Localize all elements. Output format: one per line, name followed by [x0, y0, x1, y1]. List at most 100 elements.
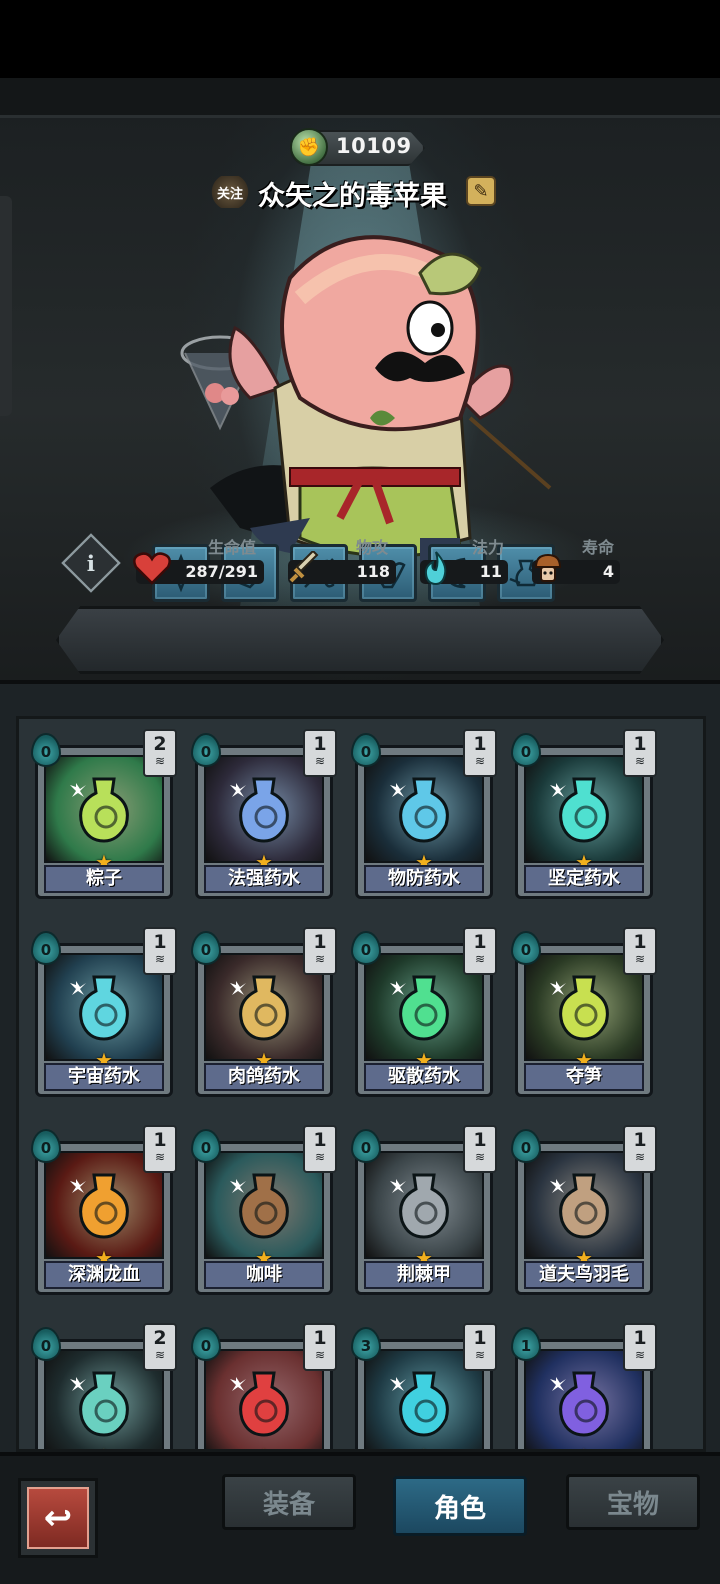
stack-icon: ≋ — [154, 1348, 166, 1362]
item-cost-badge: 0 — [351, 931, 381, 965]
item-quantity: 1 — [153, 931, 167, 953]
life-label: 寿命 — [582, 538, 615, 557]
currency-icon: ✊ — [290, 128, 328, 166]
edit-name-icon[interactable]: ✎ — [466, 176, 496, 206]
stack-icon: ≋ — [474, 952, 486, 966]
item-quantity: 1 — [473, 1129, 487, 1151]
item-card[interactable]: ★ 坚定药水 0 1 ≋ — [511, 729, 657, 899]
star-icon: ★ — [413, 1445, 435, 1449]
stat-attack: 物攻 118 — [284, 534, 399, 590]
item-cost-badge: 0 — [191, 1327, 221, 1361]
side-drawer-handle[interactable] — [0, 196, 12, 416]
stack-icon: ≋ — [314, 1348, 326, 1362]
item-cost-badge: 0 — [191, 931, 221, 965]
star-icon: ★ — [93, 1445, 115, 1449]
inventory-panel: ★ 粽子 0 2 ≋ ★ 法强药水 0 1 ≋ ★ 物防药水 0 1 ≋ ★ 坚定药水 0 1 ≋ ★ 宇宙药水 0 1 ≋ ★ 肉… — [16, 716, 706, 1452]
stack-icon: ≋ — [154, 1150, 166, 1164]
tab-equipment[interactable]: 装备 — [222, 1474, 356, 1530]
item-name: 道夫鸟羽毛 — [524, 1261, 644, 1289]
item-quantity: 2 — [153, 733, 167, 755]
stack-icon: ≋ — [154, 754, 166, 768]
item-cost-badge: 1 — [511, 1327, 541, 1361]
item-card[interactable]: ★ 肉鸽药水 0 1 ≋ — [191, 927, 337, 1097]
item-quantity: 1 — [313, 733, 327, 755]
item-card[interactable]: ★ 法强药水 0 1 ≋ — [191, 729, 337, 899]
item-name: 物防药水 — [364, 865, 484, 893]
item-quantity: 1 — [313, 931, 327, 953]
item-quantity-badge: 1 ≋ — [143, 1125, 177, 1173]
item-card[interactable]: ★ 道夫鸟羽毛 0 1 ≋ — [511, 1125, 657, 1295]
item-quantity: 1 — [153, 1129, 167, 1151]
info-icon: i — [86, 550, 96, 576]
item-card[interactable]: ★ 0 2≋ — [31, 1323, 177, 1449]
stack-icon: ≋ — [634, 1348, 646, 1362]
follow-label: 关注 — [216, 186, 243, 202]
item-quantity: 1 — [473, 733, 487, 755]
item-quantity-badge: 1 ≋ — [303, 927, 337, 975]
item-card[interactable]: ★ 夺笋 0 1 ≋ — [511, 927, 657, 1097]
item-quantity-badge: 1 ≋ — [463, 729, 497, 777]
hero-name: 众矢之的毒苹果 — [258, 181, 447, 212]
item-name: 法强药水 — [204, 865, 324, 893]
item-cost-badge: 0 — [31, 1129, 61, 1163]
stack-icon: ≋ — [314, 1150, 326, 1164]
item-name: 坚定药水 — [524, 865, 644, 893]
star-icon: ★ — [253, 1445, 275, 1449]
item-quantity: 1 — [633, 733, 647, 755]
item-quantity: 2 — [153, 1327, 167, 1349]
stack-icon: ≋ — [314, 952, 326, 966]
tab-treasure[interactable]: 宝物 — [566, 1474, 700, 1530]
stack-icon: ≋ — [474, 1348, 486, 1362]
item-card[interactable]: ★ 粽子 0 2 ≋ — [31, 729, 177, 899]
item-card[interactable]: ★ 1 1≋ — [511, 1323, 657, 1449]
item-name: 肉鸽药水 — [204, 1063, 324, 1091]
star-icon: ★ — [573, 1445, 595, 1449]
item-name: 驱散药水 — [364, 1063, 484, 1091]
item-cost-badge: 0 — [511, 733, 541, 767]
stack-icon: ≋ — [634, 952, 646, 966]
item-card[interactable]: ★ 咖啡 0 1 ≋ — [191, 1125, 337, 1295]
item-quantity: 1 — [633, 931, 647, 953]
follow-badge[interactable]: 关注 — [210, 176, 250, 208]
heart-icon — [132, 548, 172, 588]
item-quantity-badge: 1 ≋ — [463, 1125, 497, 1173]
currency-value: 10109 — [336, 134, 412, 158]
mushroom-icon — [528, 548, 568, 588]
back-button[interactable]: ↩ — [18, 1478, 98, 1558]
item-card[interactable]: ★ 驱散药水 0 1 ≋ — [351, 927, 497, 1097]
item-cost-badge: 0 — [511, 1129, 541, 1163]
stack-icon: ≋ — [474, 1150, 486, 1164]
item-card[interactable]: ★ 荆棘甲 0 1 ≋ — [351, 1125, 497, 1295]
back-arrow-icon: ↩ — [27, 1487, 89, 1549]
item-name: 粽子 — [44, 865, 164, 893]
item-card[interactable]: ★ 0 1≋ — [191, 1323, 337, 1449]
item-name: 咖啡 — [204, 1261, 324, 1289]
item-cost-badge: 3 — [351, 1327, 381, 1361]
stat-lifespan: 寿命 4 — [528, 534, 622, 590]
item-quantity-badge: 2 ≋ — [143, 1323, 177, 1371]
item-card[interactable]: ★ 物防药水 0 1 ≋ — [351, 729, 497, 899]
tab-character-label: 角色 — [433, 1493, 486, 1524]
stat-mana: 法力 11 — [416, 534, 510, 590]
item-quantity-badge: 2 ≋ — [143, 729, 177, 777]
stage-rail — [0, 78, 720, 118]
item-quantity: 1 — [633, 1129, 647, 1151]
mana-flame-icon — [416, 548, 456, 588]
item-name: 宇宙药水 — [44, 1063, 164, 1091]
stack-icon: ≋ — [314, 754, 326, 768]
item-card[interactable]: ★ 3 1≋ — [351, 1323, 497, 1449]
item-cost-badge: 0 — [191, 1129, 221, 1163]
tab-character[interactable]: 角色 — [393, 1476, 527, 1536]
item-name: 夺笋 — [524, 1063, 644, 1091]
item-quantity: 1 — [473, 1327, 487, 1349]
stack-icon: ≋ — [634, 1150, 646, 1164]
item-card[interactable]: ★ 深渊龙血 0 1 ≋ — [31, 1125, 177, 1295]
item-quantity: 1 — [313, 1129, 327, 1151]
item-name: 深渊龙血 — [44, 1261, 164, 1289]
item-cost-badge: 0 — [351, 733, 381, 767]
item-quantity-badge: 1 ≋ — [623, 1323, 657, 1371]
stack-icon: ≋ — [474, 754, 486, 768]
item-name: 荆棘甲 — [364, 1261, 484, 1289]
item-card[interactable]: ★ 宇宙药水 0 1 ≋ — [31, 927, 177, 1097]
item-quantity-badge: 1 ≋ — [143, 927, 177, 975]
